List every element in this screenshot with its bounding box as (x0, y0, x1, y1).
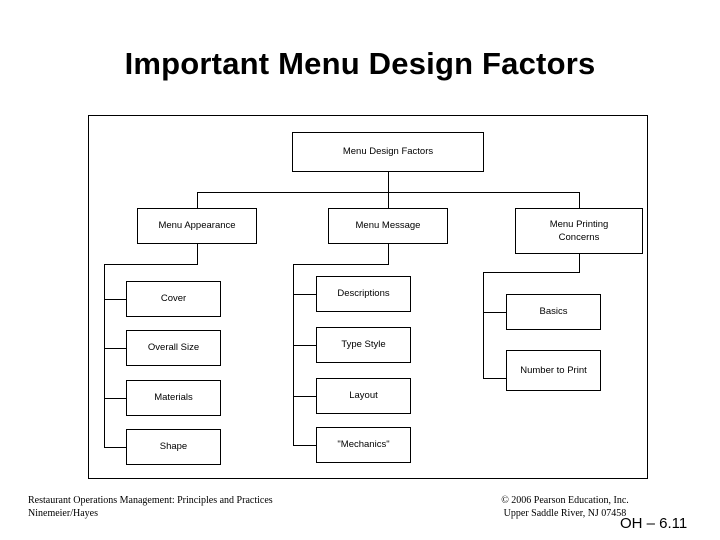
node-menu-printing-concerns-label-line2: Concerns (558, 232, 600, 243)
connector-bus-to-branch2 (388, 192, 389, 208)
node-menu-printing-concerns-label-line1: Menu Printing (549, 219, 609, 230)
connector-branch3-elbow (483, 272, 580, 273)
overhead-slide-number: OH – 6.11 (620, 515, 688, 532)
connector-branch2-elbow (293, 264, 389, 265)
node-type-style[interactable]: Type Style (316, 327, 411, 363)
connector-root-drop (388, 172, 389, 192)
node-basics-label: Basics (539, 306, 568, 317)
node-menu-appearance-label: Menu Appearance (158, 220, 236, 231)
node-cover-label: Cover (160, 293, 187, 304)
connector-branch3-stub-1 (483, 312, 506, 313)
connector-branch1-drop (197, 244, 198, 264)
node-cover[interactable]: Cover (126, 281, 221, 317)
node-menu-message[interactable]: Menu Message (328, 208, 448, 244)
node-basics[interactable]: Basics (506, 294, 601, 330)
node-overall-size-label: Overall Size (147, 342, 200, 353)
page-title: Important Menu Design Factors (124, 46, 596, 81)
node-shape[interactable]: Shape (126, 429, 221, 465)
footer-copyright: © 2006 Pearson Education, Inc. (501, 495, 629, 506)
footer-book-title: Restaurant Operations Management: Princi… (28, 495, 273, 506)
node-root[interactable]: Menu Design Factors (292, 132, 484, 172)
node-root-label: Menu Design Factors (342, 146, 434, 157)
connector-bus-to-branch3 (579, 192, 580, 208)
connector-bus-to-branch1 (197, 192, 198, 208)
slide-canvas: Important Menu Design Factors Menu Desig… (0, 0, 720, 540)
node-materials[interactable]: Materials (126, 380, 221, 416)
node-number-to-print[interactable]: Number to Print (506, 350, 601, 391)
node-mechanics[interactable]: "Mechanics" (316, 427, 411, 463)
connector-branch1-stub-4 (104, 447, 126, 448)
connector-branch2-stub-2 (293, 345, 316, 346)
node-number-to-print-label: Number to Print (520, 364, 587, 376)
connector-branch2-stub-4 (293, 445, 316, 446)
node-materials-label: Materials (154, 392, 193, 403)
footer-authors: Ninemeier/Hayes (28, 508, 98, 519)
node-descriptions[interactable]: Descriptions (316, 276, 411, 312)
node-shape-label: Shape (159, 441, 188, 452)
node-descriptions-label: Descriptions (337, 288, 390, 299)
connector-branch3-stub-2 (483, 378, 506, 379)
connector-branch1-stub-1 (104, 299, 126, 300)
connector-branch1-stub-3 (104, 398, 126, 399)
node-type-style-label: Type Style (341, 339, 386, 350)
node-menu-message-label: Menu Message (355, 220, 421, 231)
connector-branch3-spine (483, 272, 484, 378)
connector-branch2-stub-3 (293, 396, 316, 397)
connector-branch1-spine (104, 264, 105, 447)
node-menu-printing-concerns[interactable]: Menu Printing Concerns (515, 208, 643, 254)
node-mechanics-label: "Mechanics" (337, 439, 390, 450)
connector-branch1-elbow (104, 264, 198, 265)
node-menu-appearance[interactable]: Menu Appearance (137, 208, 257, 244)
diagram-frame: Menu Design Factors Menu Appearance Menu… (88, 115, 648, 479)
connector-branch1-stub-2 (104, 348, 126, 349)
connector-branch2-spine (293, 264, 294, 445)
connector-branch3-drop (579, 254, 580, 272)
connector-branch2-stub-1 (293, 294, 316, 295)
node-overall-size[interactable]: Overall Size (126, 330, 221, 366)
connector-branch2-drop (388, 244, 389, 264)
node-layout-label: Layout (349, 390, 378, 401)
node-layout[interactable]: Layout (316, 378, 411, 414)
footer-left: Restaurant Operations Management: Princi… (28, 494, 273, 520)
